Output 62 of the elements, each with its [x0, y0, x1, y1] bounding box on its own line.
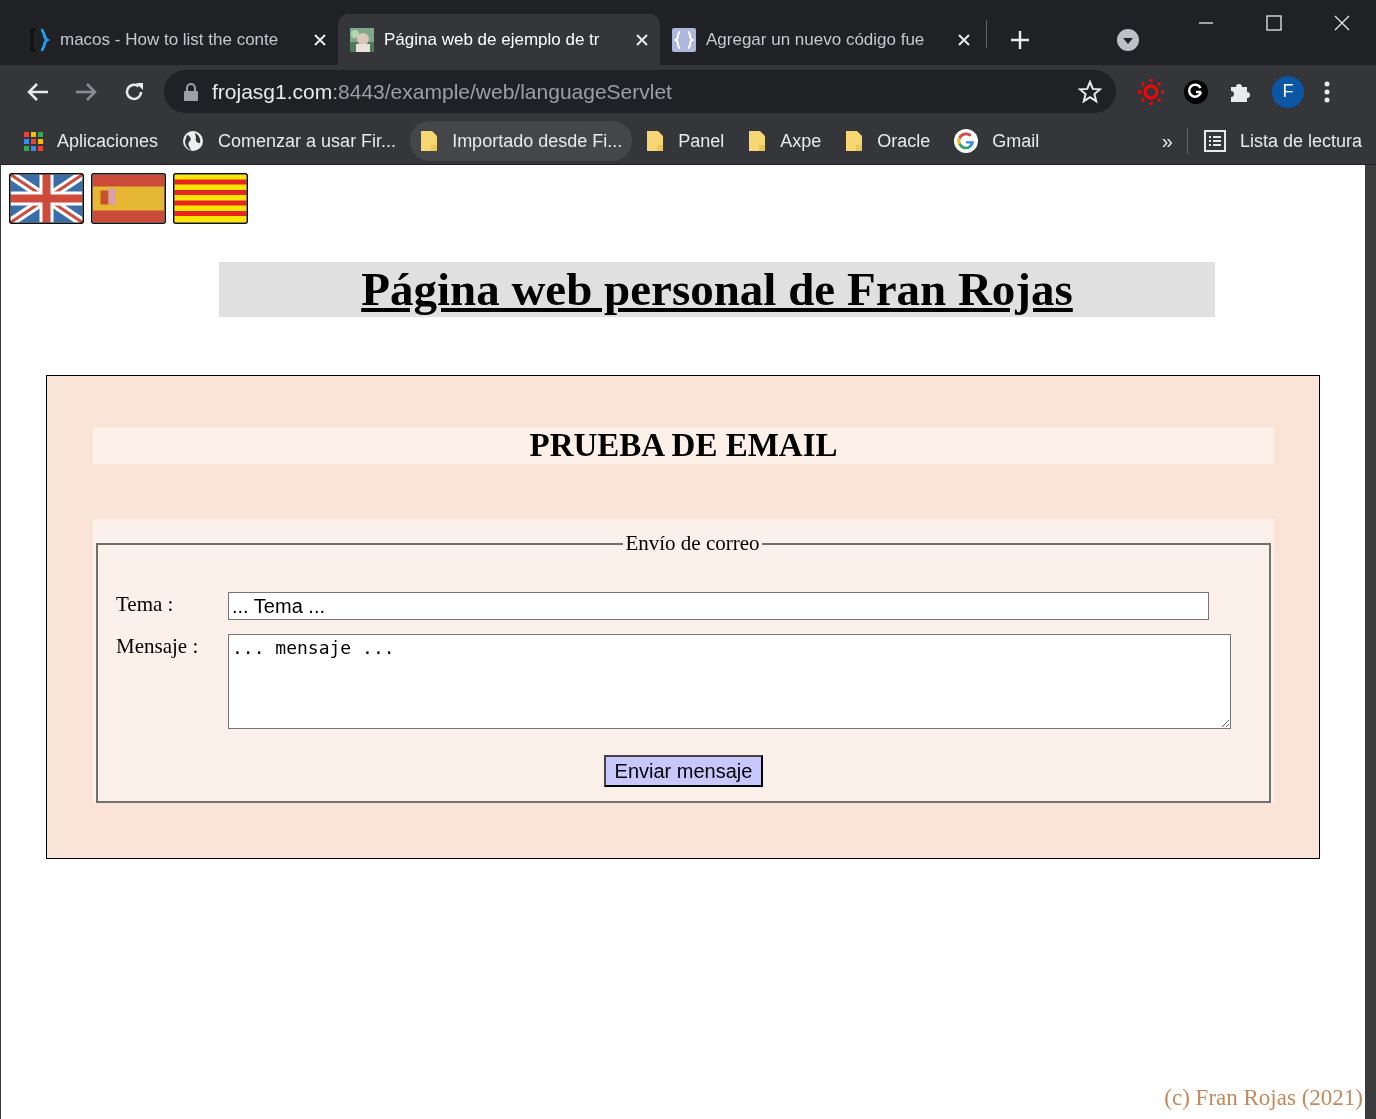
google-icon [954, 129, 979, 153]
folder-icon [845, 130, 864, 152]
folder-icon [748, 130, 767, 152]
flag-icon[interactable] [173, 173, 248, 224]
copyright-text: (c) Fran Rojas (2021) [1164, 1085, 1363, 1111]
bookmark-label: Aplicaciones [57, 130, 159, 152]
send-button[interactable]: Enviar mensaje [603, 755, 764, 787]
flag-icon[interactable] [9, 173, 84, 224]
folder-icon [420, 130, 439, 152]
braces-icon [28, 27, 50, 52]
reload-icon[interactable] [123, 80, 145, 103]
tab-title: Agregar un nuevo código fue [706, 29, 926, 50]
bookmark-label: Gmail [992, 130, 1040, 152]
close-icon[interactable] [958, 33, 970, 46]
browser-tab[interactable]: Página web de ejemplo de tr [338, 14, 660, 65]
flag-icon[interactable] [91, 173, 166, 224]
bookmark[interactable]: Comenzar a usar Fir... [172, 121, 407, 161]
bookmark[interactable]: Importado desde Fi... [410, 121, 633, 161]
menu-icon[interactable] [1324, 80, 1330, 103]
reading-list-button[interactable]: Lista de lectura [1187, 130, 1366, 152]
bookmark-label: Comenzar a usar Fir... [218, 130, 397, 152]
tab-title: macos - How to list the conte [60, 29, 280, 50]
tab-search-icon[interactable] [1117, 28, 1139, 51]
form-legend: Envío de correo [623, 531, 762, 556]
field-label: Tema : [116, 592, 175, 617]
page-title: Página web personal de Fran Rojas [361, 266, 1073, 313]
address-bar[interactable]: frojasg1.com:8443/example/web/languageServlet [164, 70, 1116, 113]
section-heading: PRUEBA DE EMAIL [529, 427, 838, 464]
maximize-icon[interactable] [1266, 15, 1282, 31]
globe-icon [182, 130, 205, 152]
plus-icon[interactable] [1010, 29, 1030, 50]
close-icon[interactable] [1334, 15, 1350, 31]
bookmark-label: Axpe [780, 130, 822, 152]
forward-arrow-icon[interactable] [75, 81, 97, 102]
back-arrow-icon[interactable] [27, 81, 49, 102]
browser-tab[interactable]: macos - How to list the conte [16, 14, 338, 65]
bookmark[interactable]: Axpe [738, 121, 832, 161]
profile-avatar[interactable]: F [1272, 75, 1304, 108]
sun-icon[interactable] [1138, 78, 1164, 105]
list-icon [1203, 130, 1226, 152]
bookmark[interactable]: Panel [636, 121, 735, 161]
tab-title: Página web de ejemplo de tr [384, 29, 601, 50]
bookmark-label: Panel [678, 130, 725, 152]
close-icon[interactable] [636, 33, 648, 46]
lock-icon [184, 82, 198, 101]
braces-icon [672, 27, 696, 52]
bookmark-label: Oracle [877, 130, 931, 152]
message-field[interactable]: ... mensaje ... [228, 634, 1231, 729]
bookmark[interactable]: Aplicaciones [14, 121, 169, 161]
folder-icon [646, 130, 665, 152]
bookmark-label: Importado desde Fi... [452, 130, 623, 152]
apps-grid-icon [24, 131, 43, 151]
g-logo-icon[interactable] [1184, 79, 1208, 104]
browser-tab[interactable]: Agregar un nuevo código fue [660, 14, 982, 65]
subject-field[interactable]: ... Tema ... [228, 592, 1209, 620]
bookmark[interactable]: Gmail [944, 121, 1050, 161]
more-bookmarks-button[interactable]: » [1147, 129, 1187, 153]
scrollbar[interactable] [1365, 165, 1376, 1119]
star-icon[interactable] [1078, 79, 1102, 104]
field-label: Mensaje : [116, 634, 200, 659]
bookmark[interactable]: Oracle [835, 121, 941, 161]
close-icon[interactable] [314, 33, 326, 46]
